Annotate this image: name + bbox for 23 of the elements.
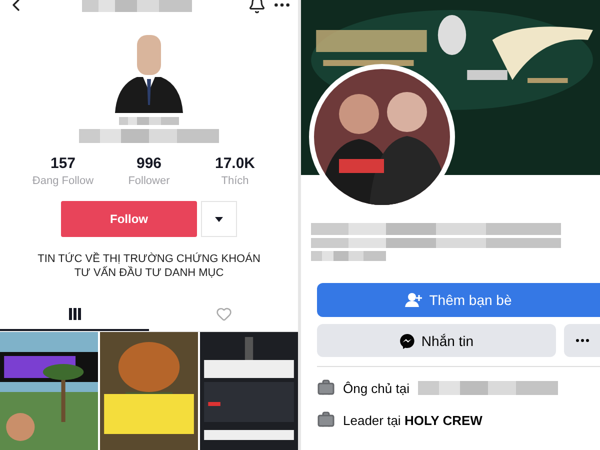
stat-label: Đang Follow (32, 175, 94, 187)
follow-button[interactable]: Follow (61, 201, 197, 237)
stat-value: 157 (50, 155, 76, 172)
briefcase-icon (317, 379, 335, 397)
more-icon (576, 339, 588, 342)
add-friend-icon (405, 293, 424, 307)
stat-label: Follower (128, 175, 170, 187)
grid-icon (68, 307, 82, 321)
bio-text: TƯ VẤN ĐẦU TƯ DANH MỤC (74, 267, 224, 279)
message-button[interactable]: Nhắn tin (317, 324, 556, 357)
stat-label: Thích (221, 175, 249, 187)
briefcase-icon (317, 411, 335, 429)
bio-text: TIN TỨC VỀ THỊ TRƯỜNG CHỨNG KHOÁN (38, 253, 260, 265)
messenger-icon (399, 332, 416, 348)
more-button[interactable] (564, 324, 600, 357)
stat-value: 17.0K (214, 155, 256, 172)
about-text: Leader tại HOLY CREW (343, 412, 482, 428)
bell-icon[interactable] (248, 0, 266, 14)
caret-icon (215, 216, 223, 222)
stat-value: 996 (136, 155, 162, 172)
about-text: Ông chủ tại (343, 380, 410, 396)
heart-icon (216, 306, 232, 322)
add-friend-button[interactable]: Thêm bạn bè (317, 283, 600, 317)
